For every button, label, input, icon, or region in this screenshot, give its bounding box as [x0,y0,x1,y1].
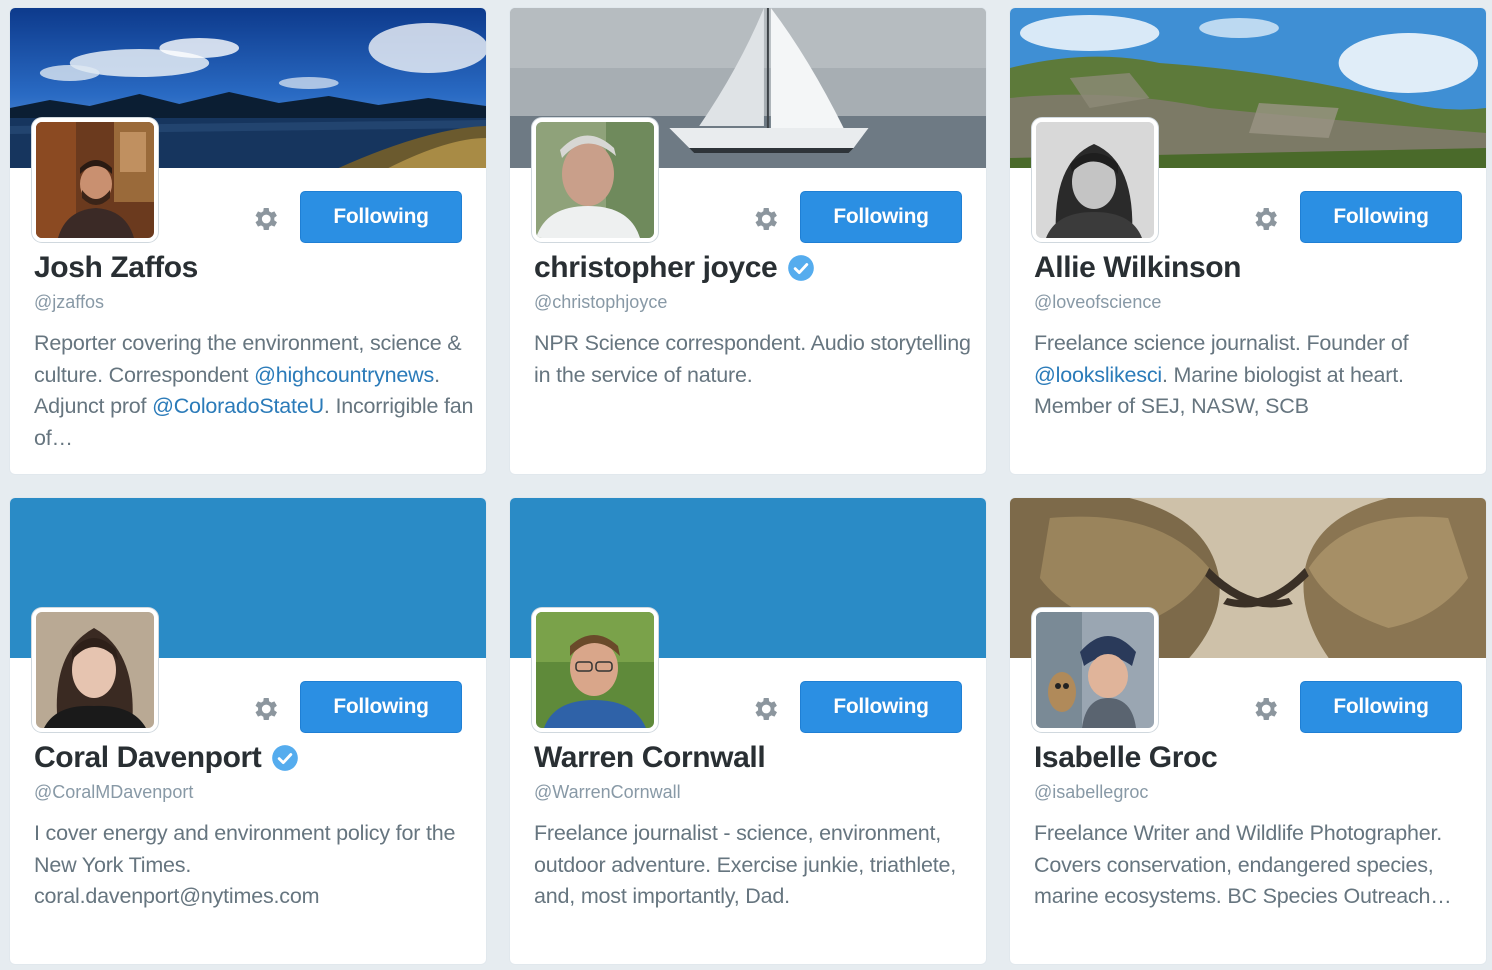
profile-bio: Freelance science journalist. Founder of… [1034,328,1474,423]
bio-text: Freelance science journalist. Founder of [1034,331,1409,355]
profile-name[interactable]: Coral Davenport [34,741,262,775]
profile-handle[interactable]: @jzaffos [34,292,104,313]
bio-mention-link[interactable]: @lookslikesci [1034,363,1162,387]
bio-text: I cover energy and environment policy fo… [34,821,456,908]
profile-bio: Freelance journalist - science, environm… [534,818,974,913]
profile-handle[interactable]: @christophjoyce [534,292,667,313]
profile-card[interactable]: Following christopher joyce @christophjo… [509,7,987,475]
profile-name[interactable]: Warren Cornwall [534,741,766,775]
profile-name[interactable]: Allie Wilkinson [1034,251,1241,285]
gear-icon[interactable] [248,692,282,726]
profile-handle[interactable]: @CoralMDavenport [34,782,193,803]
bio-mention-link[interactable]: @ColoradoStateU [152,394,324,418]
following-button[interactable]: Following [800,191,962,243]
avatar[interactable] [532,118,658,242]
gear-icon[interactable] [248,202,282,236]
profile-card[interactable]: Following Coral Davenport @CoralMDavenpo… [9,497,487,965]
bio-mention-link[interactable]: @highcountrynews [254,363,434,387]
profile-bio: I cover energy and environment policy fo… [34,818,474,913]
following-button[interactable]: Following [300,191,462,243]
profile-bio: Freelance Writer and Wildlife Photograph… [1034,818,1474,913]
verified-badge-icon [787,254,815,282]
name-row: Isabelle Groc [1034,738,1218,778]
profile-name[interactable]: Josh Zaffos [34,251,198,285]
name-row: Josh Zaffos [34,248,198,288]
profile-handle[interactable]: @isabellegroc [1034,782,1148,803]
following-button[interactable]: Following [300,681,462,733]
avatar[interactable] [1032,118,1158,242]
gear-icon[interactable] [748,692,782,726]
profile-handle[interactable]: @WarrenCornwall [534,782,681,803]
profile-card[interactable]: Following Josh Zaffos @jzaffos Reporter … [9,7,487,475]
bio-text: NPR Science correspondent. Audio storyte… [534,331,971,387]
gear-icon[interactable] [1248,202,1282,236]
bio-text: Freelance Writer and Wildlife Photograph… [1034,821,1452,908]
avatar[interactable] [532,608,658,732]
gear-icon[interactable] [748,202,782,236]
profile-handle[interactable]: @loveofscience [1034,292,1161,313]
following-button[interactable]: Following [1300,191,1462,243]
name-row: Coral Davenport [34,738,299,778]
avatar[interactable] [1032,608,1158,732]
profile-card[interactable]: Following Warren Cornwall @WarrenCornwal… [509,497,987,965]
bio-text: Freelance journalist - science, environm… [534,821,957,908]
name-row: Warren Cornwall [534,738,766,778]
profile-card[interactable]: Following Allie Wilkinson @loveofscience… [1009,7,1487,475]
avatar[interactable] [32,118,158,242]
profile-bio: Reporter covering the environment, scien… [34,328,474,454]
profile-name[interactable]: christopher joyce [534,251,778,285]
verified-badge-icon [271,744,299,772]
profile-bio: NPR Science correspondent. Audio storyte… [534,328,974,391]
following-button[interactable]: Following [1300,681,1462,733]
avatar[interactable] [32,608,158,732]
following-grid: Following Josh Zaffos @jzaffos Reporter … [0,0,1492,970]
following-button[interactable]: Following [800,681,962,733]
profile-card[interactable]: Following Isabelle Groc @isabellegroc Fr… [1009,497,1487,965]
name-row: Allie Wilkinson [1034,248,1241,288]
gear-icon[interactable] [1248,692,1282,726]
profile-name[interactable]: Isabelle Groc [1034,741,1218,775]
name-row: christopher joyce [534,248,815,288]
